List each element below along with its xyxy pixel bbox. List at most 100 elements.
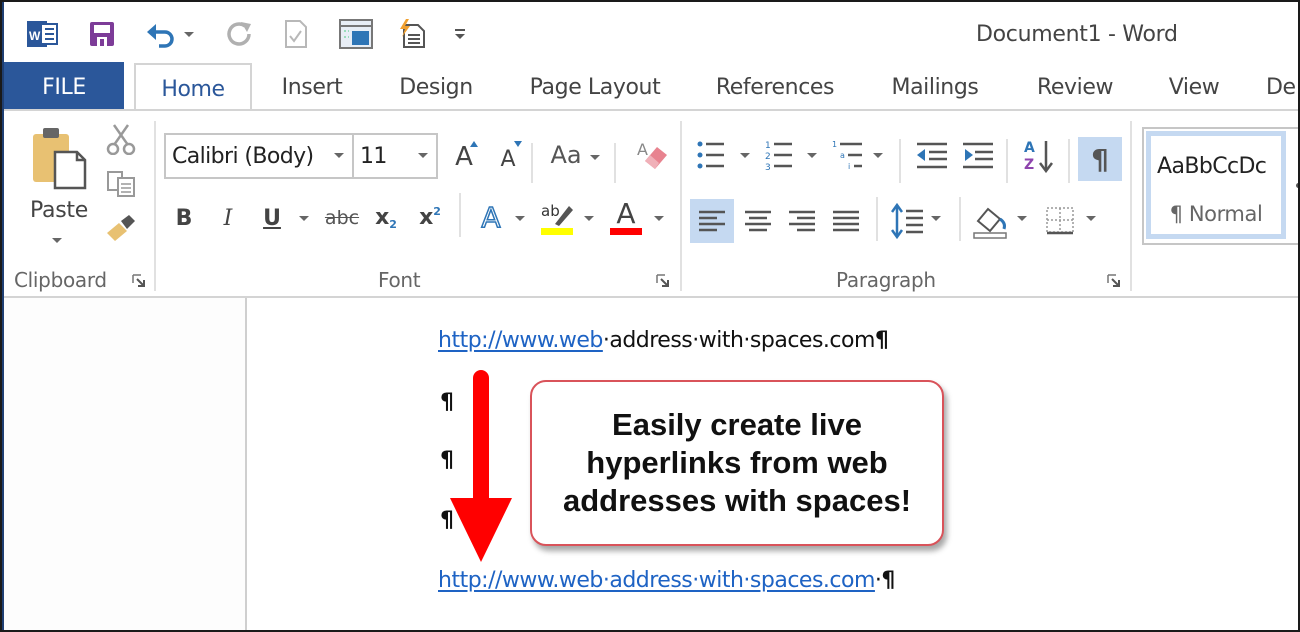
multilevel-dropdown-icon[interactable]: [873, 153, 883, 158]
show-hide-marks-button[interactable]: ¶: [1078, 137, 1122, 181]
text-effects-dropdown-icon[interactable]: [515, 216, 525, 221]
tab-file[interactable]: FILE: [4, 62, 124, 112]
grow-font-button[interactable]: A: [448, 139, 480, 175]
underline-button[interactable]: U: [258, 203, 286, 233]
clipboard-dialog-launcher-icon[interactable]: [132, 274, 146, 288]
separator: [1068, 139, 1070, 183]
clear-formatting-icon[interactable]: A: [632, 137, 672, 173]
line-spacing-dropdown-icon[interactable]: [931, 216, 941, 221]
align-center-button[interactable]: [736, 199, 780, 243]
numbering-dropdown-icon[interactable]: [807, 153, 817, 158]
svg-text:A: A: [1024, 140, 1035, 156]
underline-dropdown-icon[interactable]: [299, 216, 309, 221]
increase-indent-icon[interactable]: [958, 137, 998, 173]
borders-icon[interactable]: [1042, 201, 1078, 241]
font-size-value: 11: [360, 143, 387, 169]
save-icon[interactable]: [87, 18, 117, 50]
down-arrow-icon: [450, 370, 512, 562]
separator: [1006, 139, 1008, 183]
paste-button[interactable]: Paste: [24, 197, 94, 223]
text-highlight-color-button[interactable]: ab: [538, 197, 578, 237]
word-logo-icon[interactable]: W: [26, 18, 60, 50]
font-color-swatch: [610, 228, 642, 235]
copy-icon[interactable]: [104, 169, 138, 199]
tab-references[interactable]: References: [704, 62, 846, 112]
tab-design[interactable]: Design: [384, 62, 488, 112]
decrease-indent-icon[interactable]: [912, 137, 952, 173]
callout-text: Easily create live hyperlinks from web a…: [562, 407, 912, 518]
align-right-button[interactable]: [780, 199, 824, 243]
font-color-button[interactable]: A: [606, 197, 646, 237]
svg-text:A: A: [637, 140, 648, 159]
svg-text:1: 1: [765, 141, 771, 151]
print-layout-icon[interactable]: [338, 18, 374, 50]
justify-button[interactable]: [824, 199, 868, 243]
check-document-icon[interactable]: [282, 18, 310, 50]
annotation-callout: Easily create live hyperlinks from web a…: [530, 380, 944, 546]
tab-review[interactable]: Review: [1024, 62, 1126, 112]
redo-icon[interactable]: [224, 18, 254, 50]
tab-home[interactable]: Home: [134, 63, 252, 113]
font-dialog-launcher-icon[interactable]: [656, 274, 670, 288]
cut-icon[interactable]: [104, 123, 138, 155]
style-normal[interactable]: AaBbCcDc ¶ Normal: [1146, 131, 1286, 239]
window-title: Document1 - Word: [976, 22, 1178, 47]
style-preview-text: AaBbCcDc: [1157, 154, 1267, 179]
font-name-dropdown-icon[interactable]: [334, 153, 344, 158]
full-hyperlink[interactable]: http://www.web·address·with·spaces.com: [438, 568, 875, 593]
tab-mailings[interactable]: Mailings: [874, 62, 996, 112]
format-painter-icon[interactable]: [104, 213, 138, 243]
bullets-dropdown-icon[interactable]: [740, 153, 750, 158]
paste-dropdown-icon[interactable]: [52, 238, 62, 243]
partial-hyperlink[interactable]: http://www.web: [438, 328, 603, 353]
separator: [531, 143, 533, 183]
highlight-dropdown-icon[interactable]: [584, 216, 594, 221]
shrink-font-button[interactable]: A: [492, 141, 524, 177]
subscript-button[interactable]: x2: [370, 201, 402, 233]
line-spacing-icon[interactable]: [888, 199, 928, 243]
paragraph-mark: ¶: [881, 568, 895, 593]
title-bar: W Document1 - Word: [4, 2, 1298, 62]
font-name-combobox[interactable]: Calibri (Body): [164, 133, 354, 179]
paragraph-dialog-launcher-icon[interactable]: [1107, 274, 1121, 288]
tab-view[interactable]: View: [1154, 62, 1234, 112]
tab-page-layout[interactable]: Page Layout: [514, 62, 676, 112]
tab-developer[interactable]: De: [1266, 62, 1298, 112]
align-left-button[interactable]: [690, 199, 734, 243]
shading-icon[interactable]: [970, 199, 1010, 243]
italic-button[interactable]: I: [214, 203, 242, 233]
svg-text:Z: Z: [1024, 157, 1034, 173]
document-line-2[interactable]: http://www.web·address·with·spaces.com·¶: [438, 568, 895, 593]
styles-scroll-icon[interactable]: [1296, 183, 1298, 188]
bold-button[interactable]: B: [170, 203, 198, 233]
multilevel-list-icon[interactable]: 1ai: [829, 135, 869, 175]
change-case-dropdown-icon[interactable]: [590, 155, 600, 160]
quick-print-icon[interactable]: [397, 18, 427, 50]
borders-dropdown-icon[interactable]: [1086, 216, 1096, 221]
paste-icon[interactable]: [24, 123, 94, 195]
separator: [899, 139, 901, 183]
bullets-icon[interactable]: [694, 135, 728, 175]
font-size-combobox[interactable]: 11: [352, 133, 438, 179]
change-case-button[interactable]: Aa: [546, 137, 586, 173]
highlight-color-swatch: [541, 228, 573, 235]
group-separator: [1130, 121, 1132, 291]
ribbon-home: Paste Clipboard Calibri (Body) 11 A A Aa…: [4, 111, 1298, 297]
navigation-pane: [4, 298, 247, 630]
strikethrough-button[interactable]: abc: [322, 203, 362, 233]
undo-dropdown-icon[interactable]: [184, 32, 194, 37]
sort-icon[interactable]: AZ: [1019, 135, 1059, 175]
numbering-icon[interactable]: 123: [762, 135, 796, 175]
clipboard-group-label: Clipboard: [14, 268, 107, 292]
document-line-1[interactable]: http://www.web·address·with·spaces.com¶: [438, 328, 889, 353]
customize-qat-icon[interactable]: [452, 18, 468, 50]
shading-dropdown-icon[interactable]: [1017, 216, 1027, 221]
tab-insert[interactable]: Insert: [266, 62, 358, 112]
text-effects-button[interactable]: A: [474, 199, 508, 235]
font-name-value: Calibri (Body): [172, 143, 314, 169]
undo-icon[interactable]: [144, 18, 178, 50]
superscript-button[interactable]: x2: [414, 201, 446, 233]
svg-text:a: a: [840, 151, 845, 160]
font-size-dropdown-icon[interactable]: [418, 153, 428, 158]
font-color-dropdown-icon[interactable]: [654, 216, 664, 221]
